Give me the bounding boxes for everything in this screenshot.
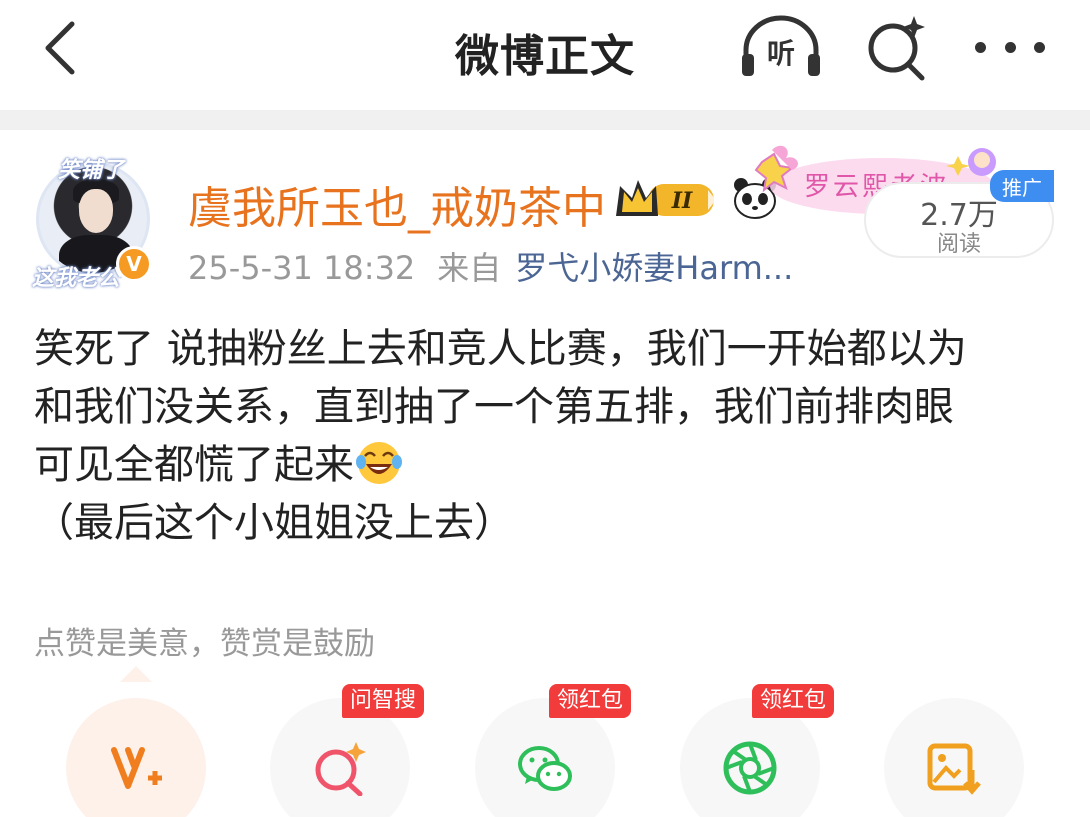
post-line: （最后这个小姐姐没上去） bbox=[34, 500, 514, 546]
moments-redpacket-badge: 领红包 bbox=[752, 684, 835, 718]
post-body: 笑死了 说抽粉丝上去和竞人比赛，我们一开始都以为 和我们没关系，直到抽了一个第五… bbox=[34, 320, 1064, 552]
vplus-icon bbox=[111, 747, 162, 789]
vplus-button[interactable] bbox=[66, 698, 206, 817]
post-source-link[interactable]: 罗弋小娇妻Harm... bbox=[515, 249, 793, 287]
wechat-icon bbox=[518, 746, 572, 791]
post-line: 和我们没关系，直到抽了一个第五排，我们前排肉眼 bbox=[34, 384, 954, 430]
avatar-face bbox=[79, 189, 113, 233]
author-name[interactable]: 虞我所玉也_戒奶茶中 bbox=[188, 172, 606, 236]
source-prefix: 来自 bbox=[437, 249, 502, 287]
verified-badge: V bbox=[116, 246, 152, 282]
post-meta: 25-5-31 18:32 来自 罗弋小娇妻Harm... bbox=[188, 243, 793, 289]
avatar-frame-text-bottom: 这我老公 bbox=[32, 265, 121, 291]
ask-search-button[interactable]: 问智搜 bbox=[270, 684, 425, 817]
action-bar: 问智搜 领红包 领红包 bbox=[0, 684, 1090, 817]
more-dot-icon bbox=[975, 41, 986, 53]
listen-label: 听 bbox=[766, 37, 795, 70]
post-time: 25-5-31 18:32 bbox=[188, 249, 416, 287]
laugh-cry-emoji-icon bbox=[356, 442, 402, 484]
more-options-button[interactable] bbox=[975, 24, 1045, 70]
post-line: 可见全都慌了起来 bbox=[34, 436, 1064, 494]
search-button[interactable] bbox=[862, 12, 932, 82]
image-download-icon bbox=[927, 743, 981, 795]
listen-button[interactable]: 听 bbox=[738, 14, 824, 80]
avatar-frame-text-top: 笑铺了 bbox=[58, 157, 125, 183]
post-line: 笑死了 说抽粉丝上去和竞人比赛，我们一开始都以为 bbox=[34, 326, 967, 372]
reward-note: 点赞是美意，赞赏是鼓励 bbox=[34, 626, 375, 662]
ask-search-badge: 问智搜 bbox=[342, 684, 425, 718]
post-line-text: 可见全都慌了起来 bbox=[34, 442, 354, 488]
section-divider bbox=[0, 110, 1090, 130]
top-nav-bar: 微博正文 听 bbox=[0, 0, 1090, 110]
promo-tag: 推广 bbox=[990, 170, 1054, 202]
moments-share-button[interactable]: 领红包 bbox=[680, 684, 835, 817]
read-label: 阅读 bbox=[936, 232, 981, 257]
search-sparkle-icon bbox=[315, 742, 366, 796]
member-level-text: II bbox=[671, 188, 693, 214]
more-dot-icon bbox=[1004, 41, 1016, 53]
member-crown-badge[interactable]: II bbox=[612, 176, 722, 222]
more-dot-icon bbox=[1034, 41, 1045, 53]
wechat-share-button[interactable]: 领红包 bbox=[475, 684, 632, 817]
active-pointer bbox=[120, 666, 152, 682]
save-image-button[interactable] bbox=[884, 698, 1024, 817]
search-sparkle-icon bbox=[868, 16, 925, 81]
moments-icon bbox=[723, 741, 777, 795]
author-avatar[interactable]: 笑铺了 这我老公 V bbox=[30, 152, 156, 291]
wechat-redpacket-badge: 领红包 bbox=[549, 684, 632, 718]
